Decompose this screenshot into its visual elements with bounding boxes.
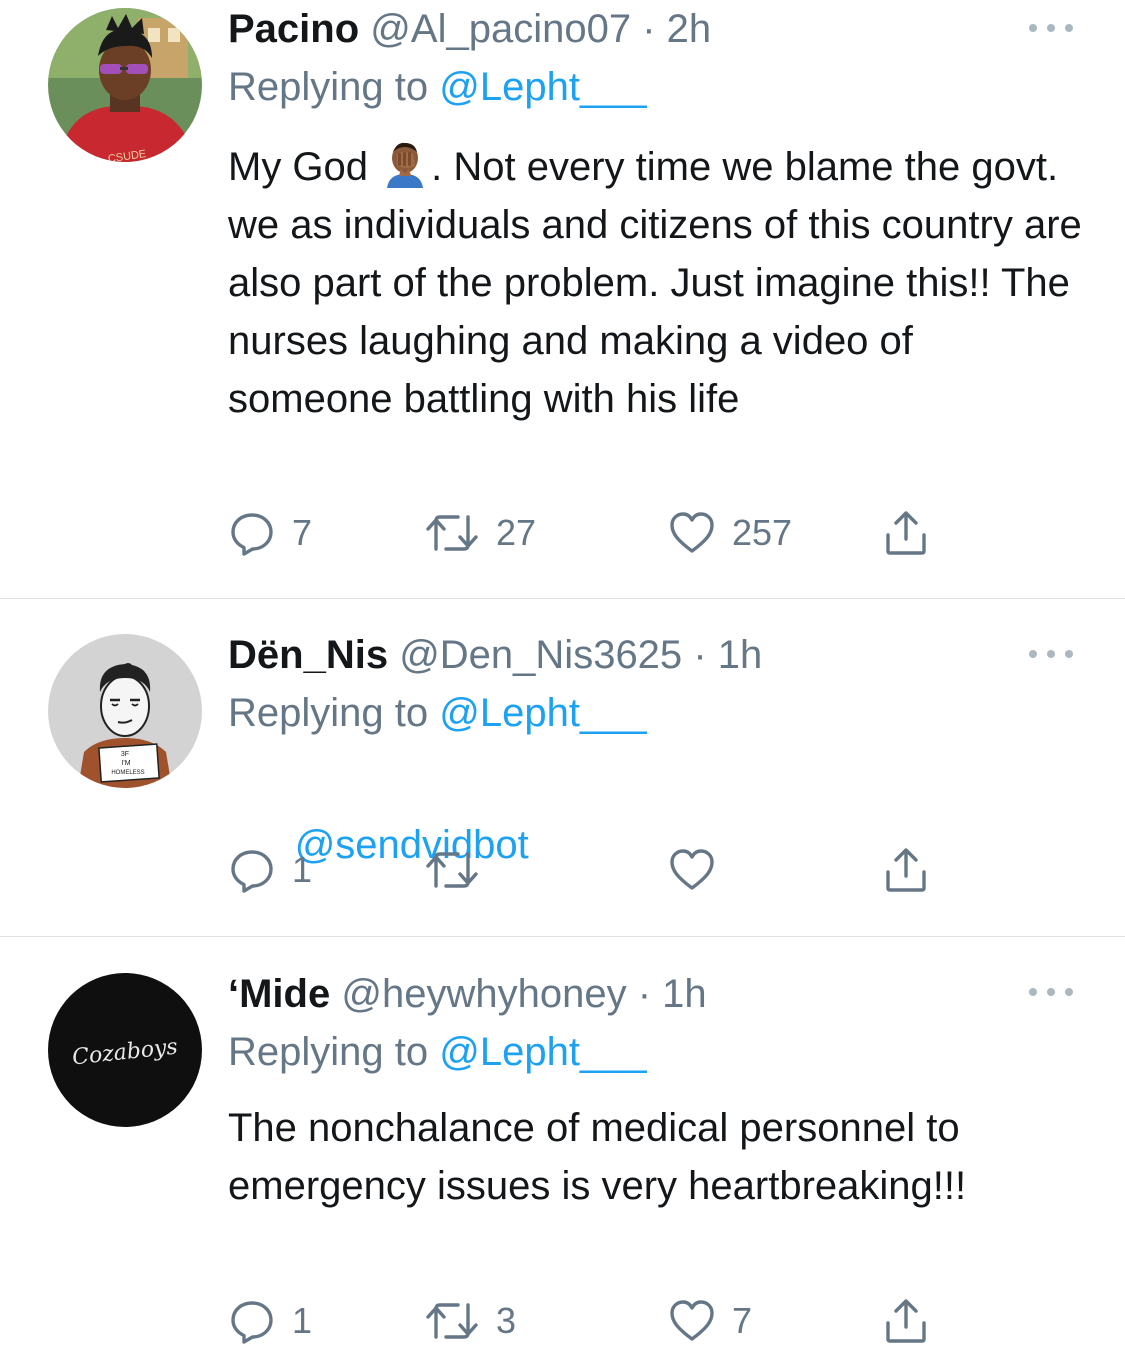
more-icon[interactable] [1029,982,1073,1002]
tweet-header: Dën_Nis @Den_Nis3625 · 1h [228,626,1088,684]
retweet-count: 3 [496,1300,517,1341]
reply-count: 1 [292,1300,313,1341]
tweet-actions: 7 27 257 [228,508,1048,558]
like-count: 257 [732,512,793,553]
user-handle[interactable]: @Den_Nis3625 [399,633,682,677]
replying-to: Replying to @Lepht___ [228,1023,1088,1081]
avatar[interactable]: Cozaboys [48,973,202,1127]
facepalm-emoji [383,140,427,188]
separator-dot: · [642,7,656,51]
share-button[interactable] [882,508,930,558]
like-button[interactable]: 7 [668,1296,752,1346]
replying-to: Replying to @Lepht___ [228,684,1088,742]
separator-dot: · [637,972,652,1016]
like-icon [670,512,714,553]
share-icon [886,848,926,892]
retweet-icon [426,515,478,551]
timestamp[interactable]: 1h [718,633,763,677]
timestamp[interactable]: 1h [662,972,707,1016]
share-icon [886,1299,926,1343]
replying-to: Replying to @Lepht___ [228,58,1088,116]
reply-button[interactable]: 1 [228,1296,312,1346]
tweet-content: ‘Mide @heywhyhoney · 1h Replying to @Lep… [228,965,1088,1215]
tweet-actions: 1 [228,845,1048,895]
replying-prefix: Replying to [228,65,440,109]
retweet-icon [426,1303,478,1339]
tweet[interactable]: 3F I'M HOMELESS Dën_Nis @Den_Nis3625 · 1… [0,599,1125,936]
replying-to-mention[interactable]: @Lepht___ [439,65,646,109]
avatar-sign-line: I'M [121,760,130,767]
more-icon[interactable] [1029,18,1073,38]
replying-to-mention[interactable]: @Lepht___ [439,1030,646,1074]
reply-count: 1 [292,849,313,890]
display-name[interactable]: ‘Mide [228,972,330,1016]
tweet-header: Pacino @Al_pacino07 · 2h [228,0,1088,58]
user-handle[interactable]: @heywhyhoney [341,972,626,1016]
share-button[interactable] [882,845,930,895]
reply-count: 7 [292,512,313,553]
avatar[interactable]: CSUDE [48,8,202,162]
display-name[interactable]: Dën_Nis [228,633,388,677]
more-icon[interactable] [1029,644,1073,664]
tweet-header: ‘Mide @heywhyhoney · 1h [228,965,1088,1023]
retweet-button[interactable]: 27 [424,508,536,558]
tweet-text-part: My God [228,145,380,189]
retweet-button[interactable] [424,845,496,895]
like-button[interactable] [668,845,732,895]
avatar-sign-line: HOMELESS [111,770,144,776]
share-button[interactable] [882,1296,930,1346]
tweet-text: The nonchalance of medical personnel to … [228,1106,971,1208]
like-icon [670,849,714,890]
tweet-content: Pacino @Al_pacino07 · 2h Replying to @Le… [228,0,1088,428]
separator-dot: · [693,633,707,677]
replying-to-mention[interactable]: @Lepht___ [439,691,646,735]
reply-icon [231,513,273,556]
like-icon [670,1300,714,1341]
reply-button[interactable]: 7 [228,508,312,558]
tweet[interactable]: CSUDE Pacino @Al_pacino07 · 2h Replying … [0,0,1125,598]
avatar-sign-line: 3F [121,751,129,758]
like-button[interactable]: 257 [668,508,792,558]
reply-button[interactable]: 1 [228,845,312,895]
retweet-button[interactable]: 3 [424,1296,516,1346]
display-name[interactable]: Pacino [228,7,359,51]
user-handle[interactable]: @Al_pacino07 [370,7,631,51]
avatar[interactable]: 3F I'M HOMELESS [48,634,202,788]
retweet-count: 27 [496,512,537,553]
share-icon [886,511,926,555]
tweet[interactable]: Cozaboys ‘Mide @heywhyhoney · 1h Replyin… [0,937,1125,1361]
like-count: 7 [732,1300,753,1341]
timestamp[interactable]: 2h [667,7,712,51]
reply-icon [231,850,273,893]
tweet-text: My God . Not every time we blame the gov… [228,138,1088,428]
replying-prefix: Replying to [228,1030,440,1074]
tweet-actions: 1 3 7 [228,1296,1048,1346]
replying-prefix: Replying to [228,691,440,735]
retweet-icon [426,852,478,888]
reply-icon [231,1301,273,1344]
